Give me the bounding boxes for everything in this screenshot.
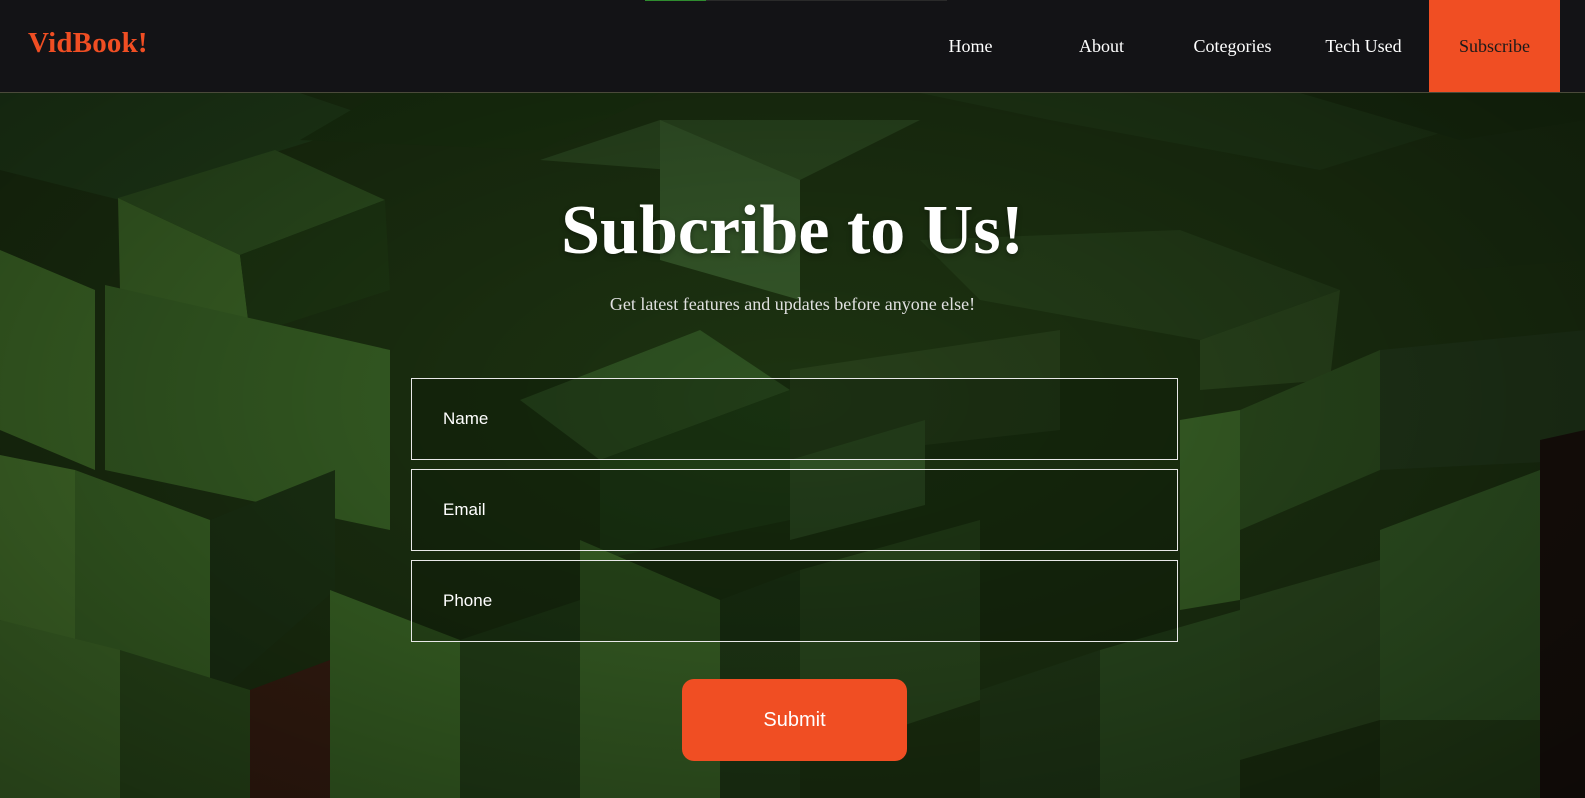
name-field[interactable] [411, 378, 1178, 460]
nav-item-about[interactable]: About [1036, 36, 1167, 57]
subscribe-section: Subcribe to Us! Get latest features and … [0, 93, 1585, 798]
nav-item-categories[interactable]: Cotegories [1167, 36, 1298, 57]
subscribe-form [411, 378, 1178, 651]
page-title: Subcribe to Us! [561, 192, 1024, 269]
scroll-progress-bar [645, 0, 947, 1]
navbar: VidBook! Home About Cotegories Tech Used… [0, 0, 1585, 93]
nav-links: Home About Cotegories Tech Used Subscrib… [905, 0, 1560, 92]
page-subtitle: Get latest features and updates before a… [609, 294, 976, 314]
email-field[interactable] [411, 469, 1178, 551]
submit-button[interactable]: Submit [682, 679, 907, 761]
logo[interactable]: VidBook! [28, 27, 148, 60]
nav-item-subscribe[interactable]: Subscribe [1429, 0, 1560, 92]
nav-item-tech-used[interactable]: Tech Used [1298, 36, 1429, 57]
nav-item-home[interactable]: Home [905, 36, 1036, 57]
scroll-progress-fill [645, 0, 706, 1]
phone-field[interactable] [411, 560, 1178, 642]
